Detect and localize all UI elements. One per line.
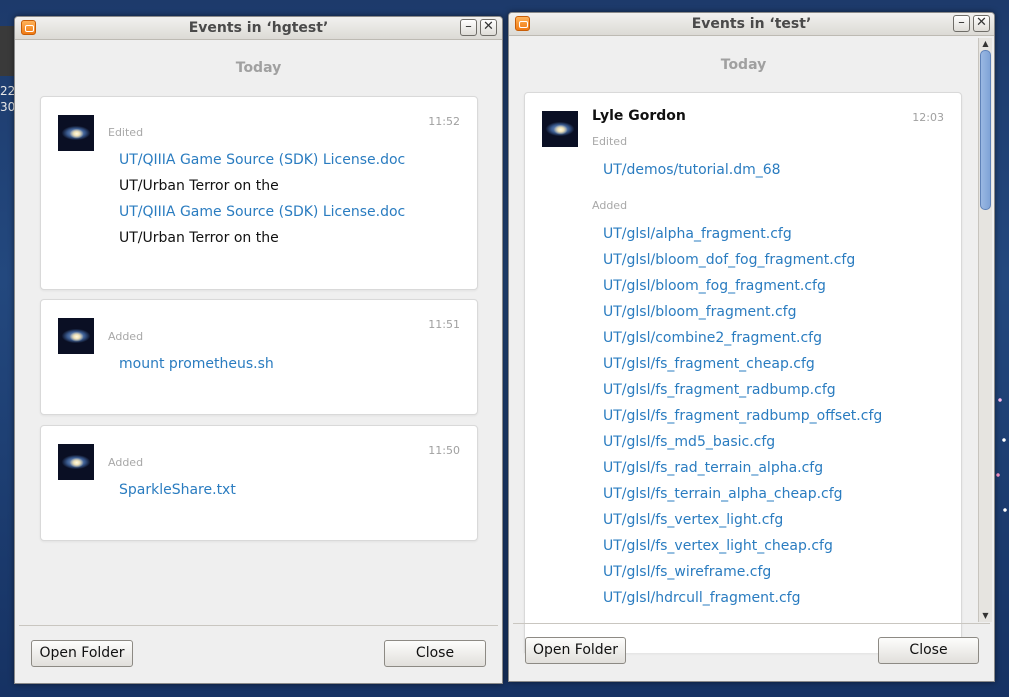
event-action-label: Added — [108, 330, 144, 343]
file-link[interactable]: UT/glsl/bloom_dof_fog_fragment.cfg — [603, 252, 855, 268]
user-avatar — [58, 444, 94, 480]
event-time: 11:50 — [428, 444, 460, 457]
file-link[interactable]: UT/glsl/combine2_fragment.cfg — [603, 330, 822, 346]
added-label: Added — [592, 199, 628, 212]
file-link[interactable]: UT/glsl/hdrcull_fragment.cfg — [603, 590, 800, 606]
close-label: Close — [909, 642, 948, 658]
file-link[interactable]: UT/glsl/fs_vertex_light.cfg — [603, 512, 783, 528]
event-author: Lyle Gordon — [592, 108, 686, 124]
minimize-button[interactable]: – — [953, 15, 970, 32]
day-header: Today — [720, 57, 767, 73]
scroll-down-arrow[interactable]: ▼ — [979, 610, 992, 622]
scrollbar[interactable]: ▲ ▼ — [978, 38, 992, 622]
event-time: 12:03 — [912, 111, 944, 124]
file-link[interactable]: UT/glsl/fs_fragment_cheap.cfg — [603, 356, 815, 372]
footer-separator — [513, 623, 990, 624]
event-action-label: Added — [108, 456, 144, 469]
open-folder-label: Open Folder — [532, 642, 619, 658]
user-avatar — [542, 111, 578, 147]
events-window-hgtest: Events in ‘hgtest’ – ✕ Today 11:52 Edite… — [14, 16, 503, 684]
file-link[interactable]: SparkleShare.txt — [119, 482, 236, 498]
event-time: 11:52 — [428, 115, 460, 128]
user-avatar — [58, 115, 94, 151]
file-link[interactable]: UT/glsl/alpha_fragment.cfg — [603, 226, 792, 242]
desktop-clock-text-2: 30 — [0, 100, 16, 114]
file-link[interactable]: UT/QIIIA Game Source (SDK) License.doc — [119, 152, 405, 168]
event-action-label: Edited — [108, 126, 144, 139]
desktop-window-edge — [0, 26, 15, 76]
file-link[interactable]: UT/glsl/bloom_fog_fragment.cfg — [603, 278, 826, 294]
file-link[interactable]: UT/glsl/bloom_fragment.cfg — [603, 304, 796, 320]
close-window-button[interactable]: ✕ — [480, 19, 497, 36]
open-folder-label: Open Folder — [39, 645, 125, 661]
close-window-button[interactable]: ✕ — [973, 15, 990, 32]
day-header: Today — [235, 60, 282, 76]
edited-label: Edited — [592, 135, 628, 148]
close-button[interactable]: Close — [878, 637, 979, 664]
events-window-test: Events in ‘test’ – ✕ Today Lyle Gordon 1… — [508, 12, 995, 682]
window-title: Events in ‘hgtest’ — [188, 20, 329, 36]
window-title: Events in ‘test’ — [691, 16, 812, 32]
file-link[interactable]: UT/glsl/fs_rad_terrain_alpha.cfg — [603, 460, 823, 476]
open-folder-button[interactable]: Open Folder — [31, 640, 133, 667]
file-link[interactable]: UT/glsl/fs_terrain_alpha_cheap.cfg — [603, 486, 843, 502]
scrollbar-thumb[interactable] — [980, 50, 991, 210]
titlebar[interactable]: Events in ‘test’ – ✕ — [509, 13, 994, 36]
desktop-clock-text: 22 — [0, 84, 16, 98]
close-label: Close — [415, 645, 455, 661]
file-link[interactable]: UT/glsl/fs_md5_basic.cfg — [603, 434, 775, 450]
file-link[interactable]: UT/QIIIA Game Source (SDK) License.doc — [119, 204, 405, 220]
file-link[interactable]: UT/glsl/fs_wireframe.cfg — [603, 564, 771, 580]
open-folder-button[interactable]: Open Folder — [525, 637, 626, 664]
file-link[interactable]: UT/glsl/fs_fragment_radbump_offset.cfg — [603, 408, 882, 424]
file-link[interactable]: UT/glsl/fs_vertex_light_cheap.cfg — [603, 538, 833, 554]
event-card: Lyle Gordon 12:03 Edited UT/demos/tutori… — [524, 92, 962, 653]
event-log: Today Lyle Gordon 12:03 Edited UT/demos/… — [509, 36, 994, 681]
event-card: 11:51 Added mount prometheus.sh — [40, 299, 478, 415]
user-avatar — [58, 318, 94, 354]
event-card: 11:50 Added SparkleShare.txt — [40, 425, 478, 541]
event-log: Today 11:52 Edited UT/QIIIA Game Source … — [15, 40, 502, 683]
event-card: 11:52 Edited UT/QIIIA Game Source (SDK) … — [40, 96, 478, 290]
titlebar[interactable]: Events in ‘hgtest’ – ✕ — [15, 17, 502, 40]
close-button[interactable]: Close — [384, 640, 486, 667]
file-link[interactable]: UT/glsl/fs_fragment_radbump.cfg — [603, 382, 836, 398]
file-entry: UT/Urban Terror on the — [119, 230, 279, 246]
file-entry: UT/Urban Terror on the — [119, 178, 279, 194]
file-link[interactable]: UT/demos/tutorial.dm_68 — [603, 162, 781, 178]
file-link[interactable]: mount prometheus.sh — [119, 356, 274, 372]
scroll-up-arrow[interactable]: ▲ — [979, 38, 992, 50]
event-time: 11:51 — [428, 318, 460, 331]
footer-separator — [19, 625, 498, 626]
minimize-button[interactable]: – — [460, 19, 477, 36]
